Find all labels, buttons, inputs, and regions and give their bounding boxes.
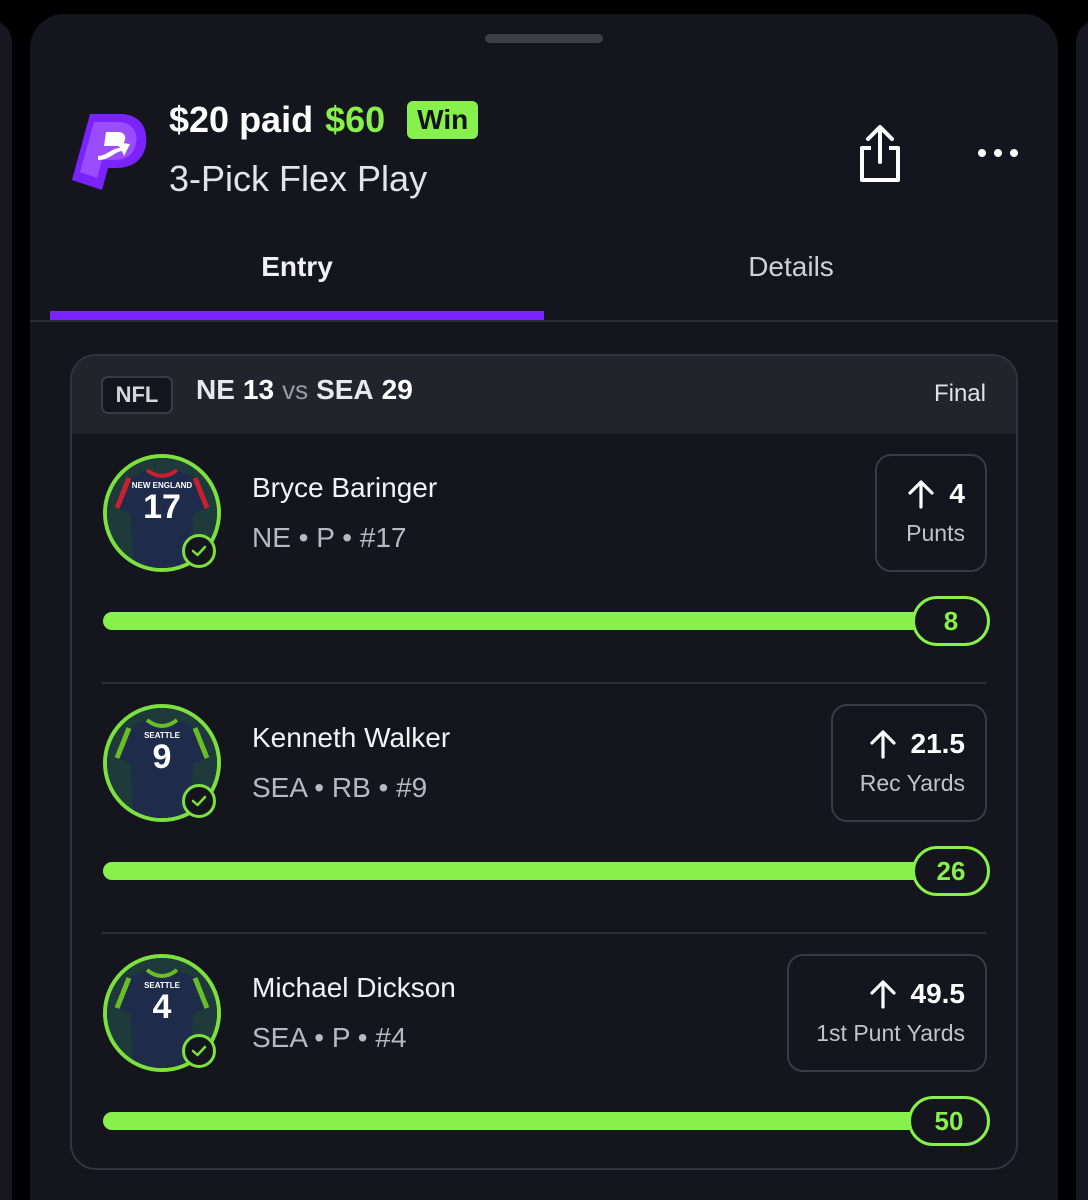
player-name: Bryce Baringer xyxy=(252,472,438,503)
projection-line: 4 xyxy=(949,478,965,509)
vs-label: vs xyxy=(282,375,309,405)
progress-fill xyxy=(103,1112,959,1130)
check-icon xyxy=(182,784,216,818)
actual-value: 26 xyxy=(912,846,990,896)
player-name: Kenneth Walker xyxy=(252,722,451,753)
stat-type: Punts xyxy=(906,520,965,546)
check-icon xyxy=(182,534,216,568)
arrow-up-icon xyxy=(908,480,935,509)
more-icon xyxy=(978,149,986,157)
svg-text:9: 9 xyxy=(153,738,172,776)
share-icon xyxy=(860,125,900,182)
pick-row[interactable]: NEW ENGLAND 17 Bryce Baringer NE • P • #… xyxy=(72,434,1016,684)
svg-text:4: 4 xyxy=(153,988,172,1026)
actual-value: 8 xyxy=(912,596,990,646)
paid-amount: $20 paid xyxy=(169,99,314,140)
result-badge: Win xyxy=(407,101,479,139)
player-meta: SEA • RB • #9 xyxy=(252,772,428,803)
progress-track xyxy=(103,1112,959,1130)
projection-box[interactable]: 4 Punts xyxy=(875,454,987,572)
prizepicks-logo xyxy=(72,114,147,190)
tab-bar: Entry Details xyxy=(30,234,1058,322)
player-meta: NE • P • #17 xyxy=(252,522,407,553)
progress-fill xyxy=(103,862,959,880)
player-name: Michael Dickson xyxy=(252,972,456,1003)
more-button[interactable] xyxy=(972,138,1024,168)
svg-text:17: 17 xyxy=(143,488,181,526)
actual-value: 50 xyxy=(908,1096,990,1146)
projection-line: 49.5 xyxy=(910,978,966,1009)
progress-track xyxy=(103,612,959,630)
tab-details[interactable]: Details xyxy=(544,234,1038,322)
payout-line: $20 paid $60 Win xyxy=(169,98,479,142)
pick-row[interactable]: SEATTLE 9 Kenneth Walker SEA • RB • #9 2… xyxy=(72,684,1016,934)
progress-track xyxy=(103,862,959,880)
game-card: NFL NE 13 vs SEA 29 Final NEW ENGLAND 17… xyxy=(70,354,1018,1170)
projection-line: 21.5 xyxy=(910,728,966,759)
entry-sheet: $20 paid $60 Win 3-Pick Flex Play Entry … xyxy=(30,14,1058,1200)
play-type: 3-Pick Flex Play xyxy=(169,158,428,199)
active-tab-indicator xyxy=(50,311,544,320)
pick-row[interactable]: SEATTLE 4 Michael Dickson SEA • P • #4 4… xyxy=(72,934,1016,1168)
share-button[interactable] xyxy=(856,124,904,184)
progress-fill xyxy=(103,612,959,630)
arrow-up-icon xyxy=(869,730,896,759)
away-team: NE xyxy=(196,374,235,405)
projection-box[interactable]: 21.5 Rec Yards xyxy=(831,704,987,822)
home-team: SEA xyxy=(316,374,374,405)
matchup: NE 13 vs SEA 29 xyxy=(196,374,413,406)
home-score: 29 xyxy=(381,374,413,405)
arrow-up-icon xyxy=(869,980,896,1009)
adjacent-card-left[interactable] xyxy=(0,20,12,1200)
tab-entry[interactable]: Entry xyxy=(50,234,544,322)
projection-box[interactable]: 49.5 1st Punt Yards xyxy=(787,954,987,1072)
game-header: NFL NE 13 vs SEA 29 Final xyxy=(72,356,1016,434)
stat-type: Rec Yards xyxy=(859,770,965,796)
game-status: Final xyxy=(933,380,986,407)
check-icon xyxy=(182,1034,216,1068)
won-amount: $60 xyxy=(325,99,386,140)
stat-type: 1st Punt Yards xyxy=(816,1020,965,1046)
league-badge: NFL xyxy=(101,376,173,414)
player-meta: SEA • P • #4 xyxy=(252,1022,407,1053)
adjacent-card-right[interactable] xyxy=(1076,20,1088,1200)
away-score: 13 xyxy=(242,374,275,405)
entry-header: $20 paid $60 Win 3-Pick Flex Play xyxy=(30,14,1058,214)
